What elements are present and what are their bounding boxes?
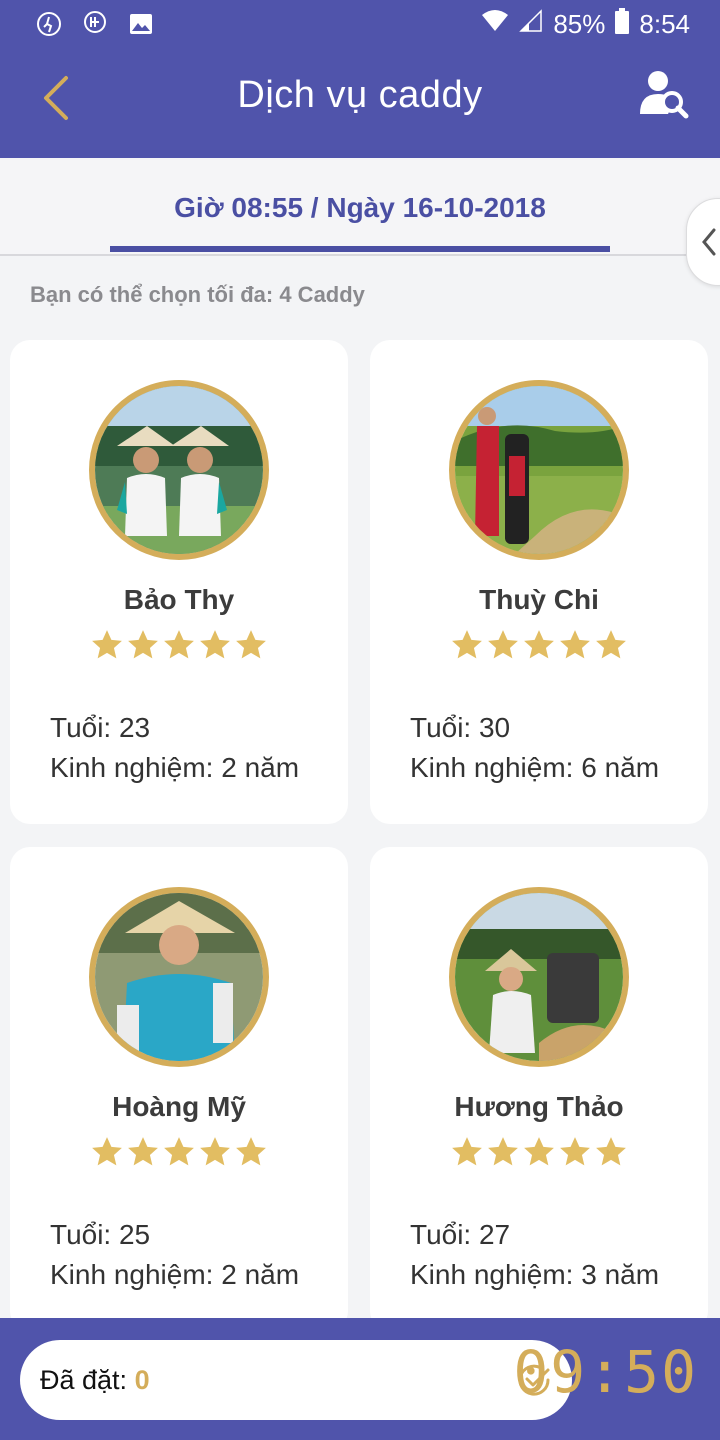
caddy-card[interactable]: Bảo Thy Tuổi: 23 Kinh nghiệm: 2 năm <box>10 340 348 824</box>
date-tab-strip: Giờ 08:55 / Ngày 16-10-2018 <box>0 158 720 256</box>
star-icon <box>524 630 554 659</box>
caddy-card[interactable]: Hoàng Mỹ Tuổi: 25 Kinh nghiệm: 2 năm <box>10 847 348 1331</box>
star-icon <box>596 630 626 659</box>
caddy-experience: Kinh nghiệm: 2 năm <box>50 752 300 783</box>
page-title: Dịch vụ caddy <box>237 74 483 116</box>
star-icon <box>596 1137 626 1166</box>
star-icon <box>488 630 518 659</box>
caddy-experience: Kinh nghiệm: 3 năm <box>410 1259 660 1290</box>
caddy-name: Hoàng Mỹ <box>112 1091 246 1122</box>
star-icon <box>164 630 194 659</box>
walking-icon <box>36 11 62 37</box>
star-icon <box>452 630 482 659</box>
status-bar: 85% 8:54 <box>0 0 720 50</box>
image-icon <box>128 11 154 37</box>
rating-stars <box>90 1135 268 1169</box>
star-icon <box>200 630 230 659</box>
star-icon <box>236 1137 266 1166</box>
star-icon <box>128 630 158 659</box>
star-icon <box>452 1137 482 1166</box>
wifi-icon <box>481 9 509 40</box>
star-icon <box>128 1137 158 1166</box>
date-tab[interactable]: Giờ 08:55 / Ngày 16-10-2018 <box>0 192 720 224</box>
booked-summary[interactable]: Đã đặt: 0 <box>20 1340 572 1420</box>
caddy-name: Bảo Thy <box>123 584 235 615</box>
caddy-avatar <box>449 887 629 1067</box>
signal-icon <box>519 9 543 40</box>
countdown-timer: 09:50 <box>513 1338 698 1406</box>
caddy-card[interactable]: Hương Thảo Tuổi: 27 Kinh nghiệm: 3 năm <box>370 847 708 1331</box>
brand-icon <box>82 11 108 37</box>
chevron-left-icon <box>702 228 716 256</box>
rating-stars <box>450 1135 628 1169</box>
star-icon <box>92 1137 122 1166</box>
rating-stars <box>450 628 628 662</box>
caddy-avatar <box>89 380 269 560</box>
tab-indicator <box>110 246 610 252</box>
star-icon <box>560 630 590 659</box>
bottom-bar: Đã đặt: 0 09:50 <box>0 1318 720 1440</box>
caddy-experience: Kinh nghiệm: 6 năm <box>410 752 660 783</box>
star-icon <box>92 630 122 659</box>
booked-label: Đã đặt: 0 <box>40 1365 150 1396</box>
booked-text: Đã đặt: <box>40 1365 135 1395</box>
search-user-icon[interactable] <box>638 68 690 120</box>
side-drawer-handle[interactable] <box>686 198 720 286</box>
star-icon <box>560 1137 590 1166</box>
caddy-avatar <box>449 380 629 560</box>
caddy-name: Thuỳ Chi <box>479 584 599 615</box>
caddy-experience: Kinh nghiệm: 2 năm <box>50 1259 300 1290</box>
caddy-avatar <box>89 887 269 1067</box>
star-icon <box>236 630 266 659</box>
caddy-age: Tuổi: 23 <box>50 712 151 743</box>
booked-count: 0 <box>134 1365 150 1395</box>
star-icon <box>488 1137 518 1166</box>
caddy-card[interactable]: Thuỳ Chi Tuổi: 30 Kinh nghiệm: 6 năm <box>370 340 708 824</box>
battery-percent: 85% <box>553 9 606 39</box>
caddy-age: Tuổi: 27 <box>410 1219 511 1250</box>
app-bar: Dịch vụ caddy <box>0 50 720 158</box>
star-icon <box>524 1137 554 1166</box>
star-icon <box>164 1137 194 1166</box>
star-icon <box>200 1137 230 1166</box>
clock: 8:54 <box>639 9 690 39</box>
battery-icon <box>615 8 630 41</box>
caddy-age: Tuổi: 30 <box>410 712 511 743</box>
caddy-age: Tuổi: 25 <box>50 1219 151 1250</box>
selection-hint: Bạn có thể chọn tối đa: 4 Caddy <box>30 282 365 307</box>
rating-stars <box>90 628 268 662</box>
caddy-name: Hương Thảo <box>454 1091 624 1122</box>
